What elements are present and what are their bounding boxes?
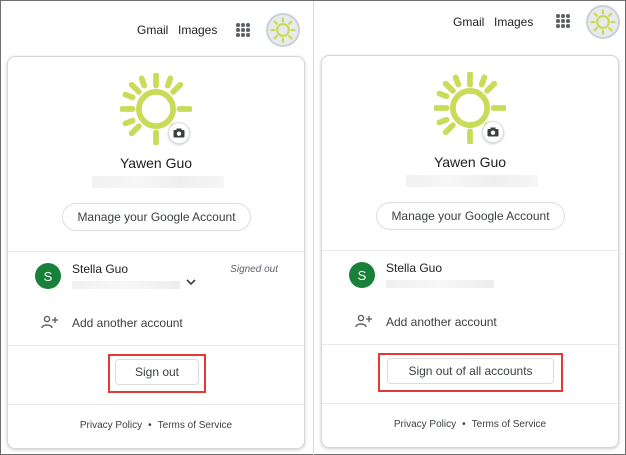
divider — [8, 345, 304, 346]
user-name: Yawen Guo — [119, 155, 193, 171]
images-link[interactable]: Images — [494, 15, 533, 29]
gmail-link[interactable]: Gmail — [137, 23, 168, 37]
redacted-account-email — [386, 280, 494, 288]
account-avatar-button[interactable] — [266, 13, 300, 47]
divider — [322, 344, 618, 345]
account-name: Stella Guo — [386, 261, 443, 275]
sign-out-button[interactable]: Sign out — [115, 359, 199, 385]
account-avatar-button[interactable] — [586, 5, 620, 39]
card-footer: Privacy Policy • Terms of Service — [8, 420, 304, 431]
sign-out-all-button[interactable]: Sign out of all accounts — [387, 358, 554, 384]
manage-account-button[interactable]: Manage your Google Account — [376, 202, 565, 230]
account-initial-avatar: S — [349, 262, 375, 288]
left-account-card: Yawen Guo Manage your Google Account S S… — [7, 56, 305, 449]
sun-avatar-icon — [590, 9, 616, 35]
change-photo-button[interactable] — [168, 122, 190, 144]
terms-of-service-link[interactable]: Terms of Service — [472, 419, 546, 430]
account-initial-avatar: S — [35, 263, 61, 289]
right-account-card: Yawen Guo Manage your Google Account S S… — [321, 55, 619, 448]
privacy-policy-link[interactable]: Privacy Policy — [80, 420, 142, 431]
apps-grid-icon[interactable] — [556, 14, 570, 28]
signed-out-label: Signed out — [230, 264, 278, 275]
add-account-label: Add another account — [386, 315, 497, 329]
divider — [322, 250, 618, 251]
camera-icon — [487, 127, 499, 137]
apps-grid-icon[interactable] — [236, 23, 250, 37]
add-another-account[interactable]: Add another account — [8, 307, 304, 339]
chevron-down-icon[interactable] — [186, 278, 196, 286]
add-another-account[interactable]: Add another account — [322, 306, 618, 338]
footer-separator: • — [148, 420, 152, 431]
manage-account-button[interactable]: Manage your Google Account — [62, 203, 251, 231]
sun-avatar-icon — [270, 17, 296, 43]
add-person-icon — [355, 314, 372, 328]
gmail-link[interactable]: Gmail — [453, 15, 484, 29]
images-link[interactable]: Images — [178, 23, 217, 37]
add-person-icon — [41, 315, 58, 329]
change-photo-button[interactable] — [482, 121, 504, 143]
divider — [8, 251, 304, 252]
privacy-policy-link[interactable]: Privacy Policy — [394, 419, 456, 430]
camera-icon — [173, 128, 185, 138]
card-footer: Privacy Policy • Terms of Service — [322, 419, 618, 430]
redacted-email — [406, 175, 538, 187]
redacted-email — [92, 176, 224, 188]
divider — [8, 404, 304, 405]
left-topbar: Gmail Images — [1, 1, 313, 53]
divider — [322, 403, 618, 404]
terms-of-service-link[interactable]: Terms of Service — [158, 420, 232, 431]
redacted-account-email — [72, 281, 180, 289]
panel-divider — [313, 1, 314, 455]
right-topbar: Gmail Images — [314, 1, 626, 53]
add-account-label: Add another account — [72, 316, 183, 330]
user-name: Yawen Guo — [433, 154, 507, 170]
footer-separator: • — [462, 419, 466, 430]
account-name: Stella Guo — [72, 262, 129, 276]
